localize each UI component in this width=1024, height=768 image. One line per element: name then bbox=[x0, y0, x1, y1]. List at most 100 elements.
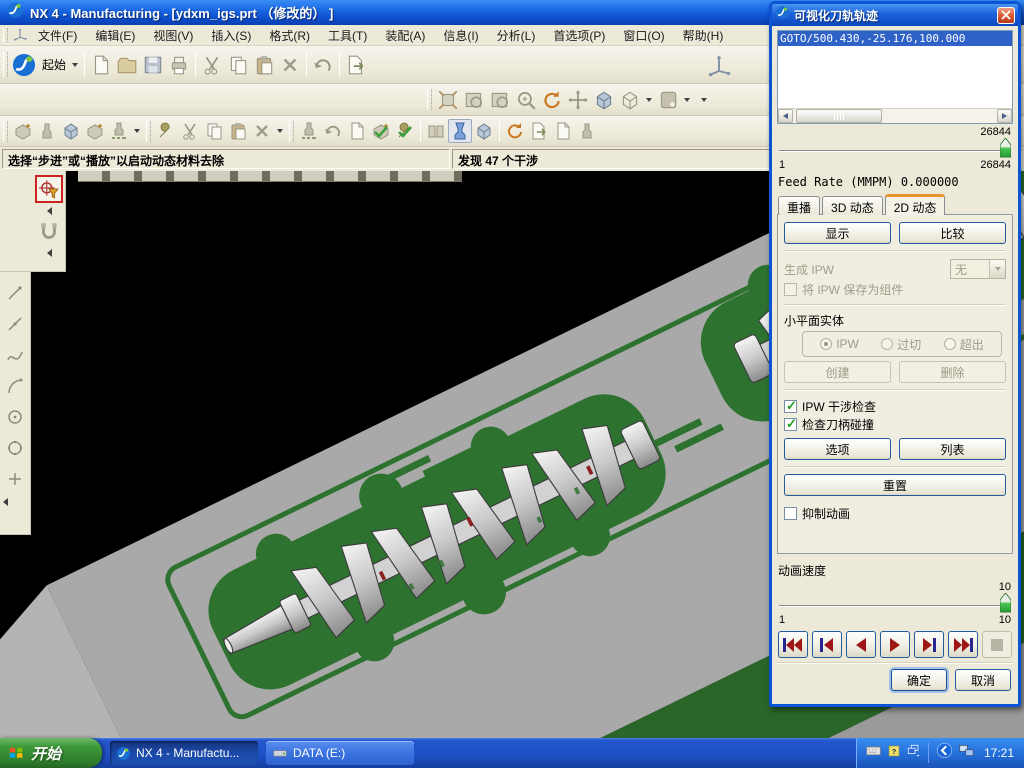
chevron-down-icon[interactable] bbox=[684, 98, 690, 102]
verify-toolpath-icon[interactable] bbox=[448, 119, 472, 143]
menu-preferences[interactable]: 首选项(P) bbox=[544, 25, 614, 46]
selection-filter-icon[interactable] bbox=[35, 175, 63, 203]
tab-3d-dynamic[interactable]: 3D 动态 bbox=[822, 196, 883, 215]
step-forward-icon[interactable] bbox=[914, 631, 944, 658]
speed-slider-thumb[interactable] bbox=[1000, 593, 1011, 613]
csys-icon[interactable] bbox=[706, 52, 732, 78]
create-operation-icon[interactable] bbox=[107, 119, 131, 143]
scrollbar-thumb[interactable] bbox=[796, 109, 882, 123]
collapse-left-icon[interactable] bbox=[3, 498, 8, 506]
cut-icon[interactable] bbox=[199, 52, 225, 78]
tab-2d-dynamic[interactable]: 2D 动态 bbox=[885, 194, 946, 215]
speed-slider[interactable] bbox=[779, 593, 1011, 614]
confirm-toolpath-icon[interactable] bbox=[369, 119, 393, 143]
create-method-icon[interactable] bbox=[83, 119, 107, 143]
inferred-line-icon[interactable] bbox=[2, 308, 28, 339]
help-icon[interactable] bbox=[887, 744, 901, 763]
undo-icon[interactable] bbox=[310, 52, 336, 78]
language-collapse-icon[interactable] bbox=[936, 742, 953, 764]
horizontal-scrollbar[interactable] bbox=[778, 108, 1012, 123]
toolpath-listbox[interactable]: GOTO/500.430,-25.176,100.000 bbox=[777, 30, 1013, 124]
tool-library-icon[interactable] bbox=[575, 119, 599, 143]
toolbar-grip[interactable] bbox=[3, 52, 8, 78]
copy-object-icon[interactable] bbox=[202, 119, 226, 143]
show-button[interactable]: 显示 bbox=[784, 222, 891, 244]
toolbar-overflow-icon[interactable] bbox=[701, 98, 707, 102]
collapse-left-icon[interactable] bbox=[47, 249, 52, 257]
motion-slider-thumb[interactable] bbox=[1000, 138, 1011, 158]
toolbar-grip[interactable] bbox=[146, 121, 151, 142]
step-back-icon[interactable] bbox=[812, 631, 842, 658]
ipw-check-checkbox[interactable] bbox=[784, 400, 797, 413]
shop-doc-icon[interactable] bbox=[551, 119, 575, 143]
compare-button[interactable]: 比较 bbox=[899, 222, 1006, 244]
circle-center-icon[interactable] bbox=[2, 401, 28, 432]
generate-toolpath-icon[interactable] bbox=[297, 119, 321, 143]
menu-assemblies[interactable]: 装配(A) bbox=[376, 25, 434, 46]
motion-slider[interactable] bbox=[779, 138, 1011, 159]
reset-button[interactable]: 重置 bbox=[784, 474, 1006, 496]
menu-format[interactable]: 格式(R) bbox=[260, 25, 319, 46]
cut-object-icon[interactable] bbox=[178, 119, 202, 143]
list-toolpath-icon[interactable] bbox=[345, 119, 369, 143]
transform-icon[interactable] bbox=[503, 119, 527, 143]
new-icon[interactable] bbox=[88, 52, 114, 78]
print-icon[interactable] bbox=[166, 52, 192, 78]
create-geometry-icon[interactable] bbox=[59, 119, 83, 143]
toolbar-grip[interactable] bbox=[427, 89, 432, 111]
point-icon[interactable] bbox=[2, 463, 28, 494]
simulate-icon[interactable] bbox=[472, 119, 496, 143]
holder-check-checkbox[interactable] bbox=[784, 418, 797, 431]
create-program-icon[interactable] bbox=[11, 119, 35, 143]
arc-icon[interactable] bbox=[2, 370, 28, 401]
menu-file[interactable]: 文件(F) bbox=[29, 25, 86, 46]
taskbar-item-nx[interactable]: NX 4 - Manufactu... bbox=[110, 741, 258, 765]
menu-analysis[interactable]: 分析(L) bbox=[488, 25, 545, 46]
paste-object-icon[interactable] bbox=[226, 119, 250, 143]
open-icon[interactable] bbox=[114, 52, 140, 78]
ok-button[interactable]: 确定 bbox=[891, 669, 947, 691]
tab-replay[interactable]: 重播 bbox=[778, 196, 820, 215]
toolbar-grip[interactable] bbox=[3, 121, 8, 142]
network-icon[interactable] bbox=[958, 742, 975, 764]
play-forward-icon[interactable] bbox=[880, 631, 910, 658]
go-start-icon[interactable] bbox=[778, 631, 808, 658]
zoom-inout-icon[interactable] bbox=[513, 87, 539, 113]
toolbar-grip[interactable] bbox=[289, 121, 294, 142]
restore-window-icon[interactable] bbox=[906, 743, 921, 763]
suppress-animation-checkbox[interactable] bbox=[784, 507, 797, 520]
delete-object-icon[interactable] bbox=[250, 119, 274, 143]
exchange-icon[interactable] bbox=[424, 119, 448, 143]
go-end-icon[interactable] bbox=[948, 631, 978, 658]
menu-help[interactable]: 帮助(H) bbox=[674, 25, 733, 46]
menu-edit[interactable]: 编辑(E) bbox=[86, 25, 144, 46]
spline-icon[interactable] bbox=[2, 339, 28, 370]
zoom-icon[interactable] bbox=[487, 87, 513, 113]
list-button[interactable]: 列表 bbox=[899, 438, 1006, 460]
menu-tools[interactable]: 工具(T) bbox=[319, 25, 376, 46]
display-mode-icon[interactable] bbox=[655, 87, 681, 113]
zoom-window-icon[interactable] bbox=[461, 87, 487, 113]
save-icon[interactable] bbox=[140, 52, 166, 78]
keyboard-icon[interactable] bbox=[865, 742, 882, 764]
postprocess-icon[interactable] bbox=[527, 119, 551, 143]
scroll-right-icon[interactable] bbox=[997, 109, 1012, 123]
export-icon[interactable] bbox=[343, 52, 369, 78]
cancel-button[interactable]: 取消 bbox=[955, 669, 1011, 691]
chevron-down-icon[interactable] bbox=[646, 98, 652, 102]
delete-icon[interactable] bbox=[277, 52, 303, 78]
toolpath-line-selected[interactable]: GOTO/500.430,-25.176,100.000 bbox=[778, 31, 1012, 46]
paste-icon[interactable] bbox=[251, 52, 277, 78]
shaded-view-icon[interactable] bbox=[591, 87, 617, 113]
dialog-titlebar[interactable]: 可视化刀轨轨迹 bbox=[772, 4, 1018, 26]
collapse-left-icon[interactable] bbox=[47, 207, 52, 215]
line-icon[interactable] bbox=[2, 277, 28, 308]
copy-icon[interactable] bbox=[225, 52, 251, 78]
create-tool-icon[interactable] bbox=[35, 119, 59, 143]
taskbar-item-data-drive[interactable]: DATA (E:) bbox=[266, 741, 414, 765]
pan-view-icon[interactable] bbox=[565, 87, 591, 113]
menu-window[interactable]: 窗口(O) bbox=[614, 25, 673, 46]
menu-view[interactable]: 视图(V) bbox=[144, 25, 202, 46]
start-button[interactable]: 开始 bbox=[0, 738, 102, 768]
chevron-down-icon[interactable] bbox=[277, 129, 283, 133]
